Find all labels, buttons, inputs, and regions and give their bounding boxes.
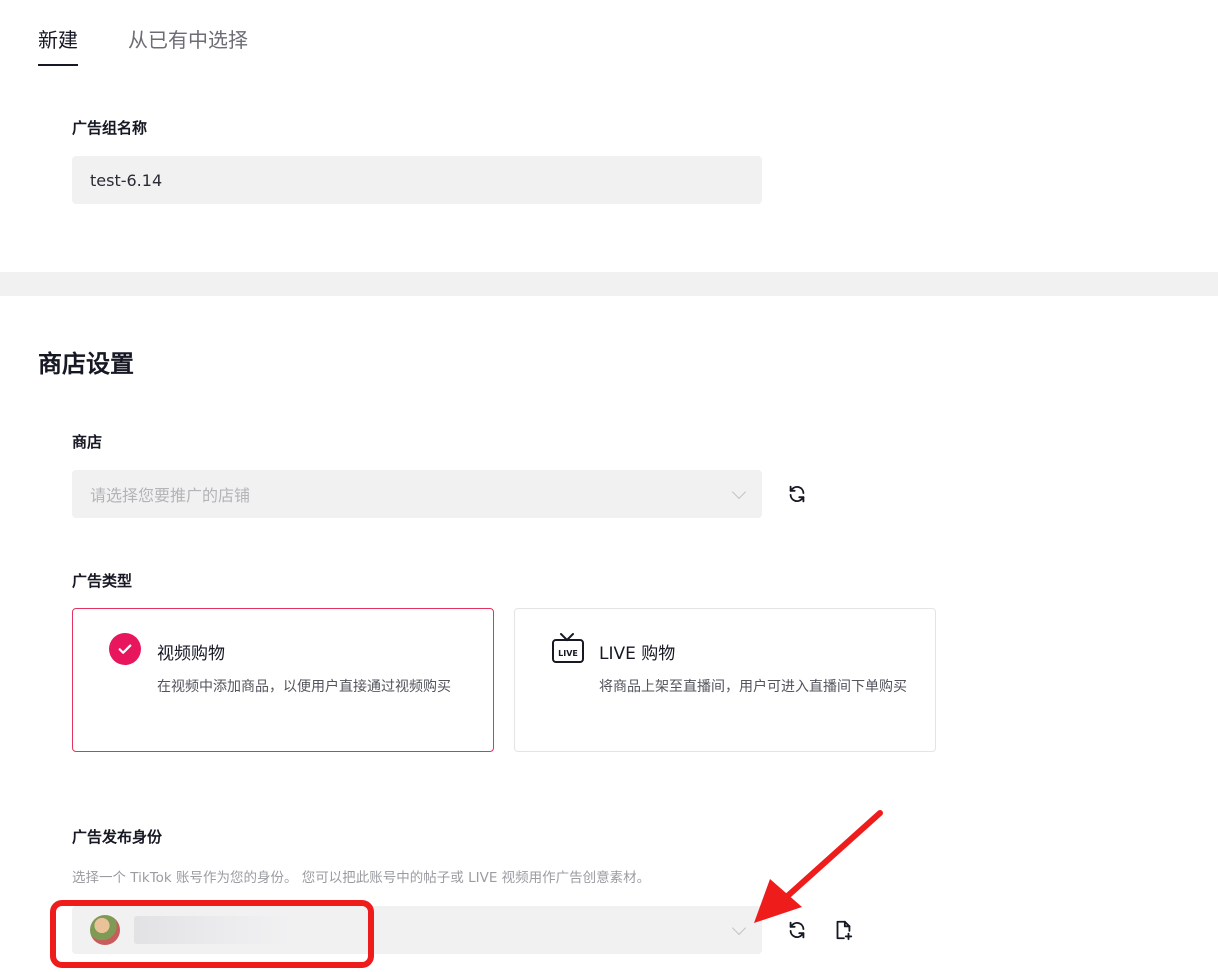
ad-type-label: 广告类型 [72,572,133,590]
live-shopping-desc: 将商品上架至直播间，用户可进入直播间下单购买 [599,679,907,695]
shop-settings-title: 商店设置 [38,350,134,378]
shop-label: 商店 [72,433,103,451]
ad-group-name-label: 广告组名称 [72,119,148,137]
live-tv-icon: LIVE [552,633,584,663]
ad-group-name-input[interactable]: test-6.14 [72,156,762,204]
check-circle-icon [109,633,141,665]
tab-choose-existing[interactable]: 从已有中选择 [128,24,248,68]
tab-bar: 新建 从已有中选择 [38,24,248,68]
live-shopping-title: LIVE 购物 [599,644,676,664]
ad-group-form: 新建 从已有中选择 广告组名称 test-6.14 商店设置 商店 请选择您要推… [0,0,1218,972]
svg-text:LIVE: LIVE [558,649,578,658]
ad-type-live-shopping-card[interactable]: LIVE LIVE 购物 将商品上架至直播间，用户可进入直播间下单购买 [514,608,936,752]
identity-label: 广告发布身份 [72,828,163,846]
refresh-icon[interactable] [785,482,809,506]
ad-group-name-value: test-6.14 [90,170,163,190]
video-shopping-title: 视频购物 [157,644,225,664]
shop-select[interactable]: 请选择您要推广的店铺 [72,470,762,518]
identity-hint: 选择一个 TikTok 账号作为您的身份。 您可以把此账号中的帖子或 LIVE … [72,870,651,886]
video-shopping-desc: 在视频中添加商品，以便用户直接通过视频购买 [157,679,451,695]
annotation-highlight-box [50,900,374,968]
section-divider [0,272,1218,296]
annotation-arrow-icon [754,810,883,923]
ad-type-video-shopping-card[interactable]: 视频购物 在视频中添加商品，以便用户直接通过视频购买 [72,608,494,752]
tab-new[interactable]: 新建 [38,24,78,68]
chevron-down-icon [731,484,747,500]
shop-select-placeholder: 请选择您要推广的店铺 [90,486,251,505]
